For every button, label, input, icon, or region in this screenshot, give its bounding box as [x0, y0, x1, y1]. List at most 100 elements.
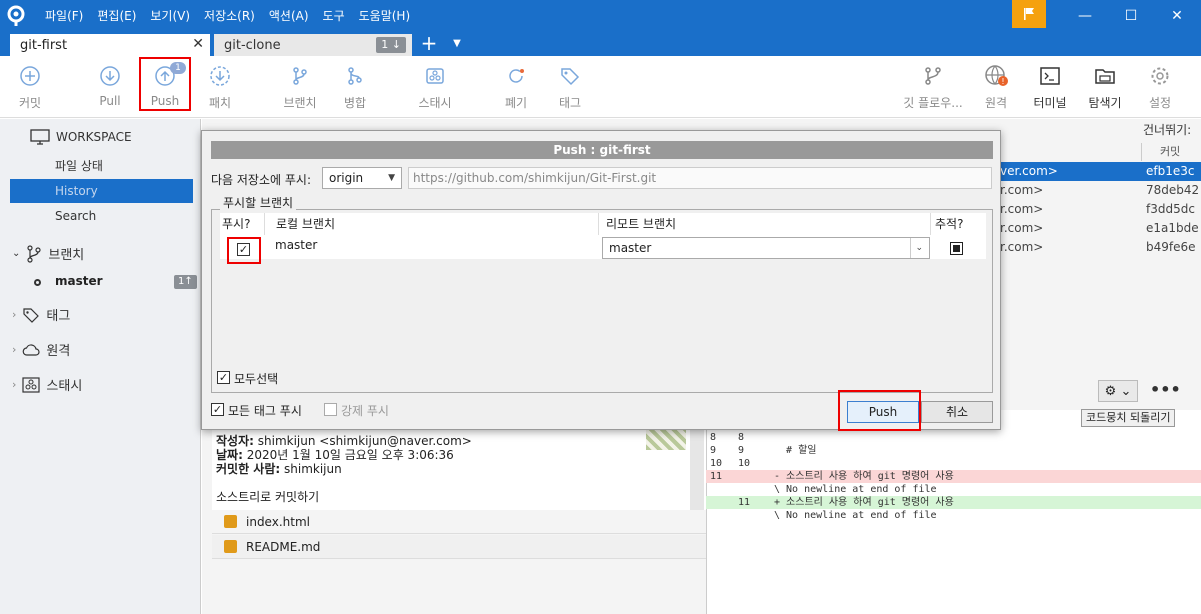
discard-icon	[498, 64, 534, 88]
merge-button[interactable]: 병합	[335, 64, 375, 111]
fetch-button[interactable]: 패치	[200, 64, 240, 111]
force-push-checkbox[interactable]	[324, 403, 337, 416]
menu-actions[interactable]: 액션(A)	[262, 0, 316, 32]
sidebar-item-file-status[interactable]: 파일 상태	[10, 154, 193, 178]
new-line-number: 9	[738, 445, 745, 456]
commit-row[interactable]: r.com> 78deb42	[1000, 181, 1201, 200]
sidebar-item-search[interactable]: Search	[10, 204, 193, 228]
tab-git-first[interactable]: git-first ✕	[10, 34, 210, 56]
remotes-label: 원격	[46, 344, 71, 359]
maximize-button[interactable]: ☐	[1108, 0, 1154, 32]
diff-line: 8 8	[706, 431, 1201, 444]
modified-file-icon	[224, 540, 237, 553]
file-name: index.html	[246, 515, 310, 529]
close-window-button[interactable]: ✕	[1154, 0, 1200, 32]
tab-git-clone[interactable]: git-clone 1 ↓	[214, 34, 412, 56]
workspace-label: WORKSPACE	[56, 130, 132, 144]
sidebar-group-tags[interactable]: › 태그	[12, 305, 70, 324]
diff-settings-button[interactable]: ⚙ ⌄	[1098, 380, 1138, 402]
sidebar-group-branches[interactable]: ⌄ 브랜치	[12, 244, 84, 263]
stash-label: 스태시	[418, 96, 452, 110]
remote-branch-value: master	[609, 241, 652, 255]
terminal-button[interactable]: 터미널	[1030, 64, 1070, 111]
explorer-label: 탐색기	[1088, 96, 1122, 110]
sidebar-item-master[interactable]: master	[55, 274, 103, 288]
commit-author: r.com>	[1000, 202, 1044, 216]
commit-author: r.com>	[1000, 240, 1044, 254]
remote-value: origin	[329, 171, 364, 185]
column-local-branch[interactable]: 로컬 브랜치	[276, 215, 335, 232]
tag-button[interactable]: 태그	[552, 64, 588, 111]
file-name: README.md	[246, 540, 321, 554]
explorer-button[interactable]: 탐색기	[1085, 64, 1125, 111]
remote-url-field[interactable]: https://github.com/shimkijun/Git-First.g…	[408, 167, 992, 189]
sidebar-item-history[interactable]: History	[10, 179, 193, 203]
tab-close-icon[interactable]: ✕	[192, 36, 204, 52]
skip-label: 건너뛰기:	[1143, 123, 1192, 137]
settings-button[interactable]: 설정	[1140, 64, 1180, 111]
tab-count-badge: 1 ↓	[376, 37, 406, 53]
file-list-item[interactable]: index.html	[212, 510, 706, 534]
push-all-tags-checkbox[interactable]: ✓	[211, 403, 224, 416]
menu-tools[interactable]: 도구	[316, 0, 352, 32]
branch-button[interactable]: 브랜치	[279, 64, 321, 111]
remote-label: 다음 저장소에 푸시:	[211, 173, 311, 187]
discard-button[interactable]: 폐기	[498, 64, 534, 111]
revert-hunk-button[interactable]: 코드뭉치 되돌리기	[1081, 409, 1176, 427]
track-branch-checkbox[interactable]	[950, 242, 963, 255]
diff-text: \ No newline at end of file	[774, 510, 937, 521]
terminal-label: 터미널	[1033, 96, 1067, 110]
tab-label: git-first	[20, 37, 68, 53]
commit-row[interactable]: ver.com> efb1e3c	[1000, 162, 1201, 181]
select-all-checkbox[interactable]: ✓	[217, 371, 230, 384]
git-flow-button[interactable]: 깃 플로우...	[898, 64, 968, 111]
tab-list-dropdown-icon[interactable]: ▼	[448, 32, 466, 56]
diff-text: # 할일	[774, 445, 817, 456]
remote-branch-select[interactable]: master ⌄	[602, 237, 930, 259]
branch-icon	[279, 64, 321, 88]
details-scrollbar[interactable]	[690, 430, 704, 510]
menu-help[interactable]: 도움말(H)	[352, 0, 418, 32]
cancel-button[interactable]: 취소	[921, 401, 993, 423]
old-line-number: 9	[710, 445, 717, 456]
diff-text: - 소스트리 사용 하여 git 명령어 사용	[774, 471, 954, 482]
chevron-right-icon: ›	[12, 378, 17, 391]
date-label: 날짜:	[216, 448, 243, 462]
commit-author: ver.com>	[1000, 164, 1058, 178]
commit-row[interactable]: r.com> f3dd5dc	[1000, 200, 1201, 219]
commit-hash: 78deb42	[1146, 183, 1200, 197]
sidebar-group-remotes[interactable]: › 원격	[12, 340, 70, 359]
menu-edit[interactable]: 편집(E)	[90, 0, 143, 32]
column-push[interactable]: 푸시?	[222, 215, 250, 232]
commit-row[interactable]: r.com> e1a1bde	[1000, 219, 1201, 238]
add-tab-button[interactable]: +	[418, 32, 440, 56]
menu-repository[interactable]: 저장소(R)	[197, 0, 262, 32]
new-line-number: 8	[738, 432, 745, 443]
menu-file[interactable]: 파일(F)	[38, 0, 90, 32]
stash-button[interactable]: 스태시	[412, 64, 458, 111]
old-line-number: 8	[710, 432, 717, 443]
tags-label: 태그	[46, 309, 71, 324]
diff-more-button[interactable]: •••	[1150, 380, 1181, 399]
menu-view[interactable]: 보기(V)	[143, 0, 197, 32]
branches-label: 브랜치	[48, 248, 85, 263]
committer-label: 커밋한 사람:	[216, 462, 281, 476]
chevron-down-icon: ⌄	[12, 248, 21, 259]
file-list-item[interactable]: README.md	[212, 535, 706, 559]
notification-flag-icon[interactable]	[1012, 0, 1046, 28]
commit-button[interactable]: 커밋	[10, 64, 50, 111]
author-value: shimkijun <shimkijun@naver.com>	[257, 434, 472, 448]
commit-author: r.com>	[1000, 221, 1044, 235]
tag-icon	[23, 307, 40, 323]
column-track[interactable]: 추적?	[935, 215, 963, 232]
column-remote-branch[interactable]: 리모트 브랜치	[606, 215, 676, 232]
commit-column-header[interactable]: 커밋	[1141, 143, 1201, 161]
remote-button[interactable]: ! 원격	[978, 64, 1014, 111]
pull-button[interactable]: Pull	[90, 64, 130, 108]
sidebar-group-stashes[interactable]: › 스태시	[12, 375, 82, 394]
minimize-button[interactable]: —	[1062, 0, 1108, 32]
commit-row[interactable]: r.com> b49fe6e	[1000, 238, 1201, 257]
modified-file-icon	[224, 515, 237, 528]
remote-select[interactable]: origin ▼	[322, 167, 402, 189]
folder-icon	[1085, 64, 1125, 88]
